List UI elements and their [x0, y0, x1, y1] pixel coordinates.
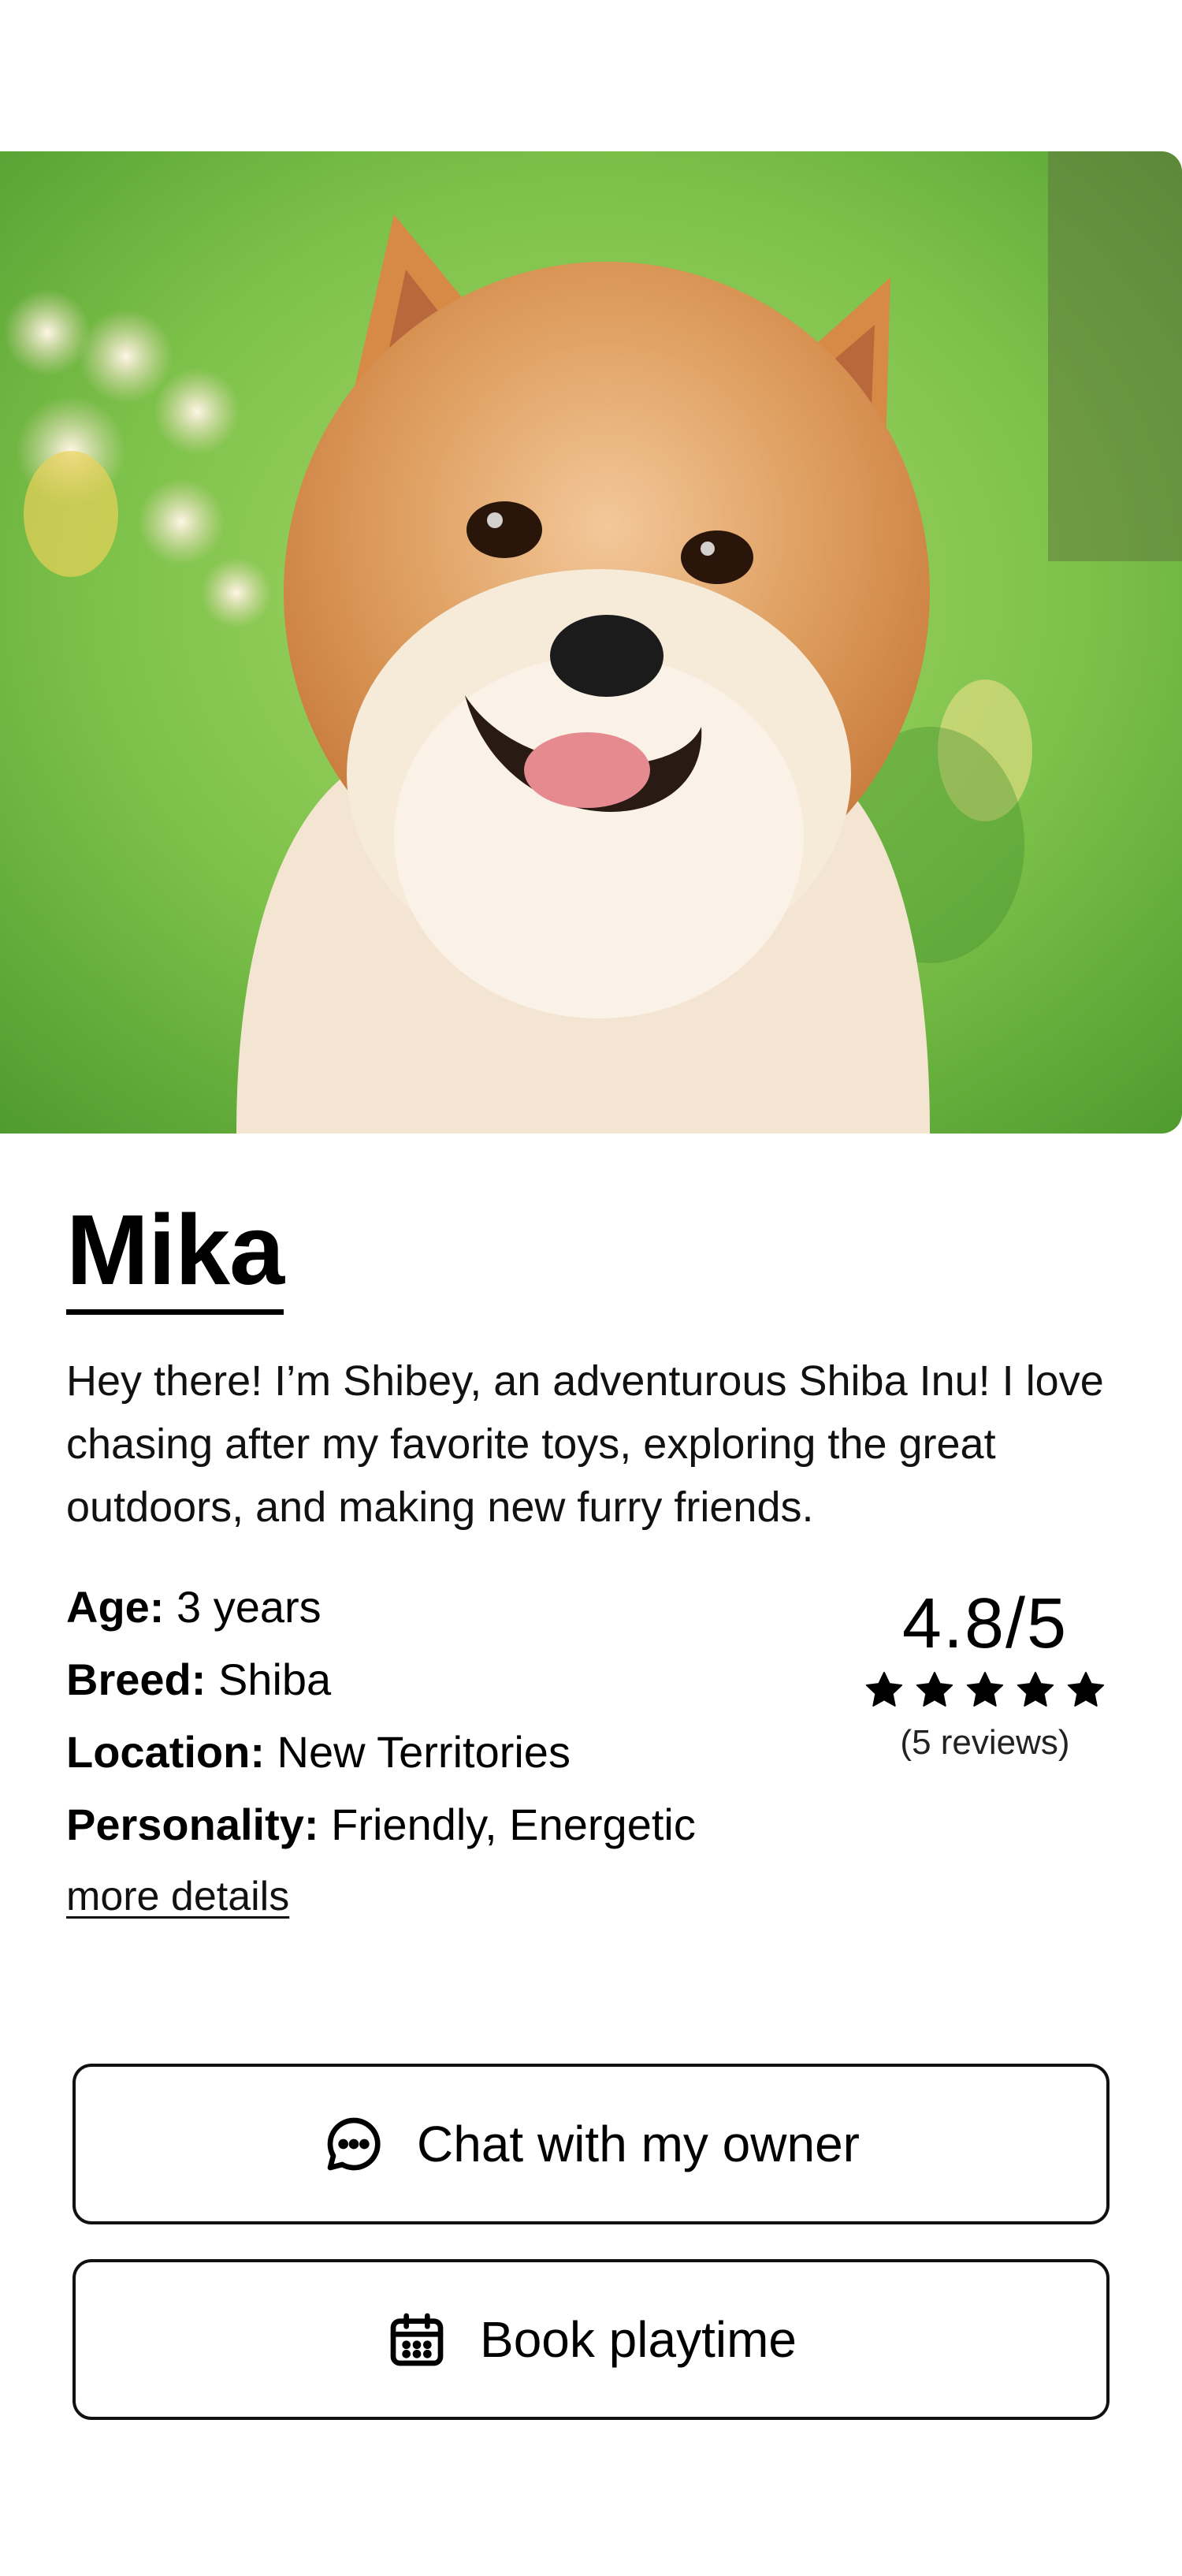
rating-summary: 4.8/5 (5 reviews) [851, 1584, 1119, 1763]
pet-name: Mika [66, 1190, 284, 1316]
detail-value: Shiba [217, 1655, 332, 1704]
detail-label: Location: [66, 1727, 265, 1777]
detail-location: Location: New Territories [66, 1721, 823, 1793]
detail-label: Personality: [66, 1800, 319, 1849]
star-full-icon [1067, 1671, 1105, 1707]
calendar-icon [385, 2308, 448, 2371]
chat-bubble-icon [322, 2113, 385, 2176]
detail-age: Age: 3 years [66, 1576, 823, 1648]
more-details-link[interactable]: more details [66, 1865, 289, 1928]
detail-breed: Breed: Shiba [66, 1648, 823, 1721]
pet-photo [0, 151, 1182, 1134]
detail-label: Age: [66, 1582, 165, 1632]
chat-button-label: Chat with my owner [417, 2116, 860, 2172]
review-count: (5 reviews) [900, 1723, 1070, 1762]
detail-value: 3 years [177, 1582, 322, 1632]
star-full-icon [1017, 1671, 1054, 1707]
detail-value: Friendly, Energetic [331, 1800, 696, 1849]
detail-personality: Personality: Friendly, Energetic [66, 1793, 823, 1866]
detail-value: New Territories [277, 1727, 571, 1777]
pet-details: Age: 3 years Breed: Shiba Location: New … [66, 1576, 823, 1866]
star-full-icon [966, 1671, 1004, 1707]
detail-label: Breed: [66, 1655, 206, 1704]
pet-bio: Hey there! I’m Shibey, an adventurous Sh… [66, 1357, 1104, 1531]
rating-score: 4.8/5 [901, 1584, 1069, 1663]
star-full-icon [865, 1671, 903, 1707]
chat-with-owner-button[interactable]: Chat with my owner [72, 2064, 1110, 2224]
star-rating [851, 1668, 1119, 1712]
book-button-label: Book playtime [480, 2311, 797, 2368]
star-full-icon [916, 1671, 953, 1707]
book-playtime-button[interactable]: Book playtime [72, 2259, 1110, 2420]
